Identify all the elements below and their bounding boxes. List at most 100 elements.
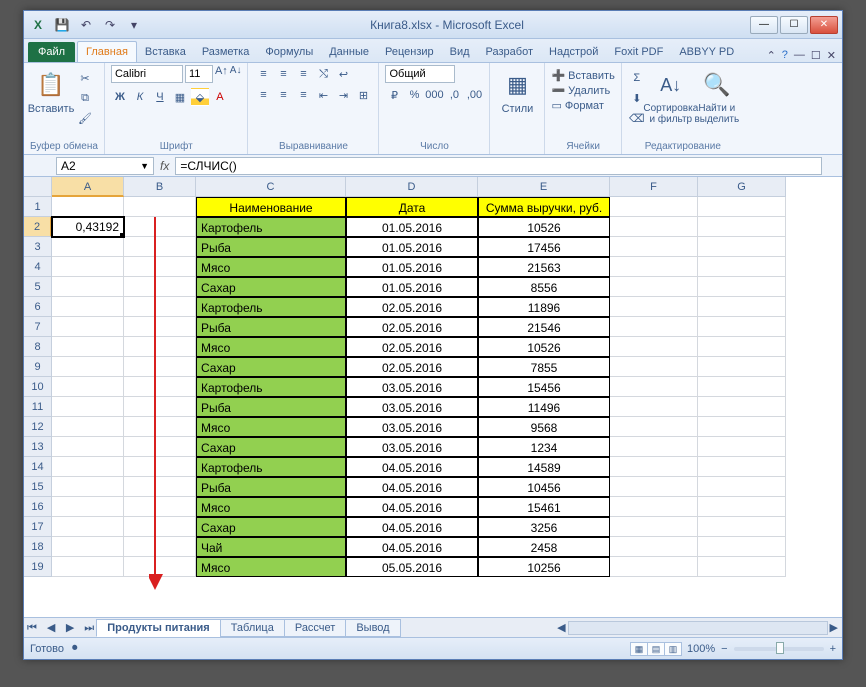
tab-developer[interactable]: Разработ: [478, 42, 541, 62]
cell[interactable]: [698, 197, 786, 217]
wrap-text-icon[interactable]: ↩: [334, 65, 352, 83]
cell[interactable]: [124, 297, 196, 317]
tab-review[interactable]: Рецензир: [377, 42, 442, 62]
tab-insert[interactable]: Вставка: [137, 42, 194, 62]
cell[interactable]: [124, 497, 196, 517]
cell[interactable]: [52, 257, 124, 277]
tab-addins[interactable]: Надстрой: [541, 42, 606, 62]
table-row-date[interactable]: 01.05.2016: [346, 257, 478, 277]
cut-icon[interactable]: ✂: [76, 69, 94, 87]
align-top-icon[interactable]: ≡: [254, 65, 272, 83]
decrease-font-icon[interactable]: A↓: [230, 65, 242, 83]
horizontal-scrollbar[interactable]: [568, 621, 828, 635]
row-header[interactable]: 15: [24, 477, 52, 497]
cell[interactable]: [698, 357, 786, 377]
table-row-sum[interactable]: 3256: [478, 517, 610, 537]
cell[interactable]: [52, 337, 124, 357]
table-row-name[interactable]: Сахар: [196, 517, 346, 537]
zoom-slider[interactable]: [734, 647, 824, 651]
worksheet[interactable]: ABCDEFG1НаименованиеДатаСумма выручки, р…: [24, 177, 842, 617]
row-header[interactable]: 18: [24, 537, 52, 557]
cell[interactable]: [124, 417, 196, 437]
cell[interactable]: [698, 477, 786, 497]
align-center-icon[interactable]: ≡: [274, 86, 292, 104]
table-row-name[interactable]: Мясо: [196, 417, 346, 437]
table-row-name[interactable]: Сахар: [196, 437, 346, 457]
table-row-name[interactable]: Сахар: [196, 357, 346, 377]
fx-icon[interactable]: fx: [160, 159, 169, 173]
cell[interactable]: [52, 377, 124, 397]
table-row-sum[interactable]: 14589: [478, 457, 610, 477]
table-row-name[interactable]: Мясо: [196, 257, 346, 277]
cell[interactable]: [610, 197, 698, 217]
cell[interactable]: [52, 497, 124, 517]
tab-formulas[interactable]: Формулы: [257, 42, 321, 62]
cell[interactable]: [698, 537, 786, 557]
tab-layout[interactable]: Разметка: [194, 42, 258, 62]
row-header[interactable]: 19: [24, 557, 52, 577]
cell[interactable]: [124, 437, 196, 457]
cell[interactable]: [124, 197, 196, 217]
cell[interactable]: [124, 237, 196, 257]
cell[interactable]: [698, 557, 786, 577]
cell[interactable]: [610, 417, 698, 437]
cell[interactable]: [698, 277, 786, 297]
percent-icon[interactable]: %: [405, 86, 423, 104]
qat-dropdown-icon[interactable]: ▾: [124, 15, 144, 35]
cell[interactable]: [124, 337, 196, 357]
cell[interactable]: [610, 497, 698, 517]
row-header[interactable]: 9: [24, 357, 52, 377]
table-row-date[interactable]: 01.05.2016: [346, 237, 478, 257]
font-size-input[interactable]: [185, 65, 213, 83]
table-row-date[interactable]: 03.05.2016: [346, 377, 478, 397]
tab-abbyy[interactable]: ABBYY PD: [671, 42, 742, 62]
table-row-date[interactable]: 02.05.2016: [346, 357, 478, 377]
increase-indent-icon[interactable]: ⇥: [334, 86, 352, 104]
redo-icon[interactable]: ↷: [100, 15, 120, 35]
table-header[interactable]: Дата: [346, 197, 478, 217]
hscroll-right-icon[interactable]: ▶: [830, 621, 838, 634]
align-right-icon[interactable]: ≡: [294, 86, 312, 104]
row-header[interactable]: 8: [24, 337, 52, 357]
row-header[interactable]: 4: [24, 257, 52, 277]
namebox-dropdown-icon[interactable]: ▼: [140, 161, 149, 171]
sheet-nav-last-icon[interactable]: ⏭: [81, 622, 97, 635]
table-row-name[interactable]: Картофель: [196, 457, 346, 477]
comma-icon[interactable]: 000: [425, 86, 443, 104]
cell[interactable]: [698, 397, 786, 417]
window-close-icon[interactable]: ✕: [827, 49, 836, 62]
tab-home[interactable]: Главная: [77, 41, 137, 62]
row-header[interactable]: 7: [24, 317, 52, 337]
cell[interactable]: [124, 317, 196, 337]
delete-cells-icon[interactable]: ➖: [551, 84, 565, 97]
align-left-icon[interactable]: ≡: [254, 86, 272, 104]
table-row-sum[interactable]: 10456: [478, 477, 610, 497]
sheet-tab[interactable]: Таблица: [220, 619, 285, 637]
column-header[interactable]: A: [52, 177, 124, 197]
number-format-select[interactable]: [385, 65, 455, 83]
zoom-level[interactable]: 100%: [687, 643, 715, 655]
tab-file[interactable]: Файл: [28, 42, 75, 62]
cell[interactable]: [610, 277, 698, 297]
minimize-ribbon-icon[interactable]: ⌃: [767, 49, 776, 62]
sheet-tab[interactable]: Продукты питания: [96, 619, 221, 637]
table-row-sum[interactable]: 21546: [478, 317, 610, 337]
zoom-out-icon[interactable]: −: [721, 643, 727, 655]
bold-icon[interactable]: Ж: [111, 88, 129, 106]
cell[interactable]: [698, 437, 786, 457]
table-row-sum[interactable]: 11896: [478, 297, 610, 317]
row-header[interactable]: 5: [24, 277, 52, 297]
row-header[interactable]: 14: [24, 457, 52, 477]
table-row-name[interactable]: Чай: [196, 537, 346, 557]
table-header[interactable]: Наименование: [196, 197, 346, 217]
table-row-date[interactable]: 02.05.2016: [346, 297, 478, 317]
format-cells-icon[interactable]: ▭: [551, 99, 561, 112]
table-row-sum[interactable]: 10256: [478, 557, 610, 577]
decrease-indent-icon[interactable]: ⇤: [314, 86, 332, 104]
cell[interactable]: [124, 517, 196, 537]
find-select-button[interactable]: 🔍 Найти и выделить: [696, 65, 738, 125]
cell[interactable]: [698, 497, 786, 517]
table-row-date[interactable]: 02.05.2016: [346, 337, 478, 357]
row-header[interactable]: 16: [24, 497, 52, 517]
font-color-icon[interactable]: A: [211, 88, 229, 106]
